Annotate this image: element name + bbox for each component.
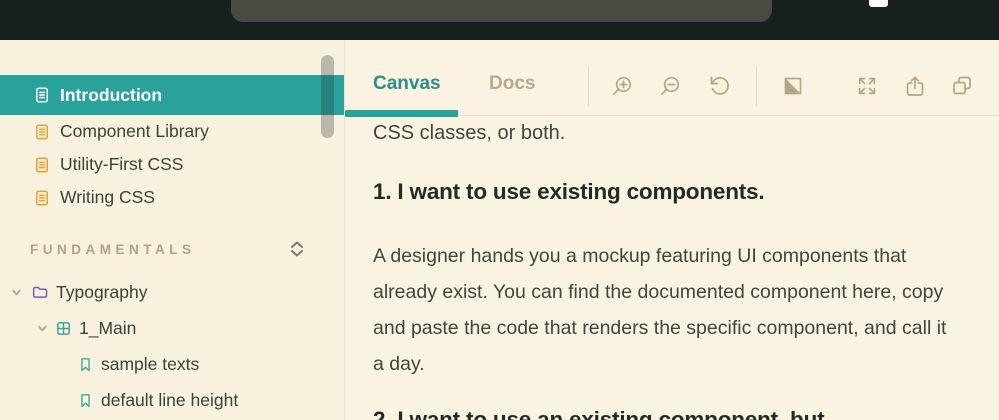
zoom-in-icon[interactable] (610, 74, 634, 98)
tree-item-default-line-height[interactable]: default line height (0, 382, 344, 418)
doc-section2-heading: 2. I want to use an existing component, … (373, 405, 959, 420)
sidebar-item-label: Writing CSS (60, 187, 155, 208)
sidebar-item-introduction[interactable]: Introduction (0, 75, 344, 115)
grid-icon (55, 320, 72, 337)
tree-item-typography[interactable]: Typography (0, 274, 344, 310)
contrast-icon[interactable] (781, 74, 805, 98)
tree-item-sample-texts[interactable]: sample texts (0, 346, 344, 382)
tab-docs[interactable]: Docs (489, 73, 535, 95)
sidebar-item-writing-css[interactable]: Writing CSS (0, 181, 344, 214)
tree-item-label: Typography (56, 282, 147, 303)
document-icon (33, 123, 51, 141)
doc-intro-line: CSS classes, or both. (373, 119, 959, 147)
browser-topbar (0, 0, 999, 40)
document-icon (33, 86, 51, 104)
sidebar-item-utility-first-css[interactable]: Utility-First CSS (0, 148, 344, 181)
tree-item-label: sample texts (101, 354, 199, 375)
sidebar-tree: Typography 1_Main (0, 274, 344, 418)
sidebar-scrollbar[interactable] (321, 55, 334, 138)
tree-item-1-main[interactable]: 1_Main (0, 310, 344, 346)
tab-toolbar: Canvas Docs (345, 40, 999, 116)
caret-down-icon[interactable] (37, 323, 48, 334)
doc-section1-heading: 1. I want to use existing components. (373, 177, 959, 207)
zoom-out-icon[interactable] (658, 74, 682, 98)
expand-collapse-icon[interactable] (289, 240, 305, 258)
doc-section1-paragraph: A designer hands you a mockup featuring … (373, 238, 959, 382)
tree-item-label: 1_Main (79, 318, 136, 339)
bookmark-icon (77, 356, 94, 373)
content-panel: Canvas Docs (345, 40, 999, 420)
browser-toolbar-button[interactable] (869, 0, 888, 7)
caret-down-icon[interactable] (11, 287, 22, 298)
sidebar-item-label: Introduction (60, 85, 162, 106)
folder-icon (31, 283, 49, 301)
app-window: Introduction Component Library (0, 0, 999, 420)
document-icon (33, 189, 51, 207)
section-label: FUNDAMENTALS (30, 242, 196, 257)
bookmark-icon (77, 392, 94, 409)
reset-view-icon[interactable] (707, 74, 731, 98)
url-bar[interactable] (231, 0, 772, 22)
document-icon (33, 156, 51, 174)
tree-item-label: default line height (101, 390, 238, 411)
tab-canvas[interactable]: Canvas (373, 73, 441, 95)
fullscreen-icon[interactable] (855, 74, 879, 98)
sidebar-section-fundamentals: FUNDAMENTALS (0, 238, 344, 260)
toolbar-divider (756, 66, 757, 106)
toolbar-divider (588, 66, 589, 106)
duplicate-icon[interactable] (950, 74, 974, 98)
sidebar-item-component-library[interactable]: Component Library (0, 115, 344, 148)
sidebar-nav: Introduction Component Library (0, 40, 344, 214)
sidebar: Introduction Component Library (0, 40, 345, 420)
sidebar-item-label: Utility-First CSS (60, 154, 183, 175)
docs-document: CSS classes, or both. 1. I want to use e… (345, 119, 999, 420)
active-tab-underline (345, 110, 458, 117)
sidebar-item-label: Component Library (60, 121, 209, 142)
export-icon[interactable] (903, 74, 927, 98)
